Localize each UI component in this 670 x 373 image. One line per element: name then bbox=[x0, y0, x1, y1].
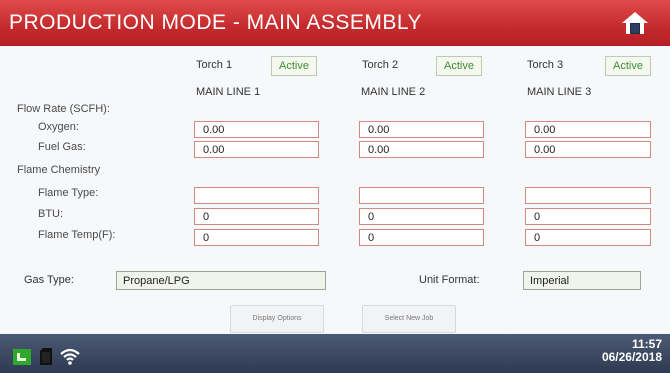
torch-2-status-badge: Active bbox=[436, 56, 482, 76]
select-new-job-button[interactable]: Select New Job bbox=[362, 305, 456, 333]
unit-format-field[interactable]: Imperial bbox=[523, 271, 641, 290]
torch-3-status-badge: Active bbox=[605, 56, 651, 76]
torch-1-oxygen-field[interactable]: 0.00 bbox=[194, 121, 319, 138]
torch-2-flame-temp-field[interactable]: 0 bbox=[359, 229, 484, 246]
home-icon[interactable] bbox=[621, 11, 649, 35]
fuel-gas-label: Fuel Gas: bbox=[38, 141, 86, 153]
unit-format-label: Unit Format: bbox=[419, 274, 480, 286]
clock: 11:57 06/26/2018 bbox=[602, 338, 662, 364]
screen: PRODUCTION MODE - MAIN ASSEMBLY Torch 1 … bbox=[0, 0, 670, 373]
torch-1-btu-field[interactable]: 0 bbox=[194, 208, 319, 225]
torch-1-flame-temp-field[interactable]: 0 bbox=[194, 229, 319, 246]
torch-1-name: Torch 1 bbox=[196, 59, 233, 71]
header-bar: PRODUCTION MODE - MAIN ASSEMBLY bbox=[0, 0, 670, 46]
torch-3-line: MAIN LINE 3 bbox=[527, 86, 592, 98]
gas-type-label: Gas Type: bbox=[24, 274, 74, 286]
torch-1-line: MAIN LINE 1 bbox=[196, 86, 261, 98]
torch-1-flame-type-field[interactable] bbox=[194, 187, 319, 204]
status-date: 06/26/2018 bbox=[601, 350, 662, 364]
torch-2-line: MAIN LINE 2 bbox=[361, 86, 426, 98]
wifi-icon bbox=[60, 347, 80, 370]
torch-2-oxygen-field[interactable]: 0.00 bbox=[359, 121, 484, 138]
torch-3-name: Torch 3 bbox=[527, 59, 564, 71]
flame-chemistry-label: Flame Chemistry bbox=[17, 164, 101, 176]
status-bar bbox=[0, 334, 670, 373]
torch-2-flame-type-field[interactable] bbox=[359, 187, 484, 204]
display-options-button[interactable]: Display Options bbox=[230, 305, 324, 333]
torch-2-name: Torch 2 bbox=[362, 59, 399, 71]
main-panel: Torch 1 Active MAIN LINE 1 Torch 2 Activ… bbox=[0, 46, 670, 334]
btu-label: BTU: bbox=[38, 208, 64, 220]
torch-3-oxygen-field[interactable]: 0.00 bbox=[525, 121, 651, 138]
sd-card-icon bbox=[40, 348, 52, 370]
flame-temp-label: Flame Temp(F): bbox=[38, 229, 116, 241]
flame-type-label: Flame Type: bbox=[38, 187, 99, 199]
torch-3-fuel-gas-field[interactable]: 0.00 bbox=[525, 141, 651, 158]
torch-2-fuel-gas-field[interactable]: 0.00 bbox=[359, 141, 484, 158]
torch-1-fuel-gas-field[interactable]: 0.00 bbox=[194, 141, 319, 158]
app-icon bbox=[13, 349, 31, 370]
flow-rate-label: Flow Rate (SCFH): bbox=[17, 103, 110, 115]
torch-1-status-badge: Active bbox=[271, 56, 317, 76]
torch-2-btu-field[interactable]: 0 bbox=[359, 208, 484, 225]
torch-3-btu-field[interactable]: 0 bbox=[525, 208, 651, 225]
oxygen-label: Oxygen: bbox=[38, 121, 79, 133]
torch-3-flame-type-field[interactable] bbox=[525, 187, 651, 204]
torch-3-flame-temp-field[interactable]: 0 bbox=[525, 229, 651, 246]
page-title: PRODUCTION MODE - MAIN ASSEMBLY bbox=[9, 11, 422, 34]
gas-type-field[interactable]: Propane/LPG bbox=[116, 271, 326, 290]
